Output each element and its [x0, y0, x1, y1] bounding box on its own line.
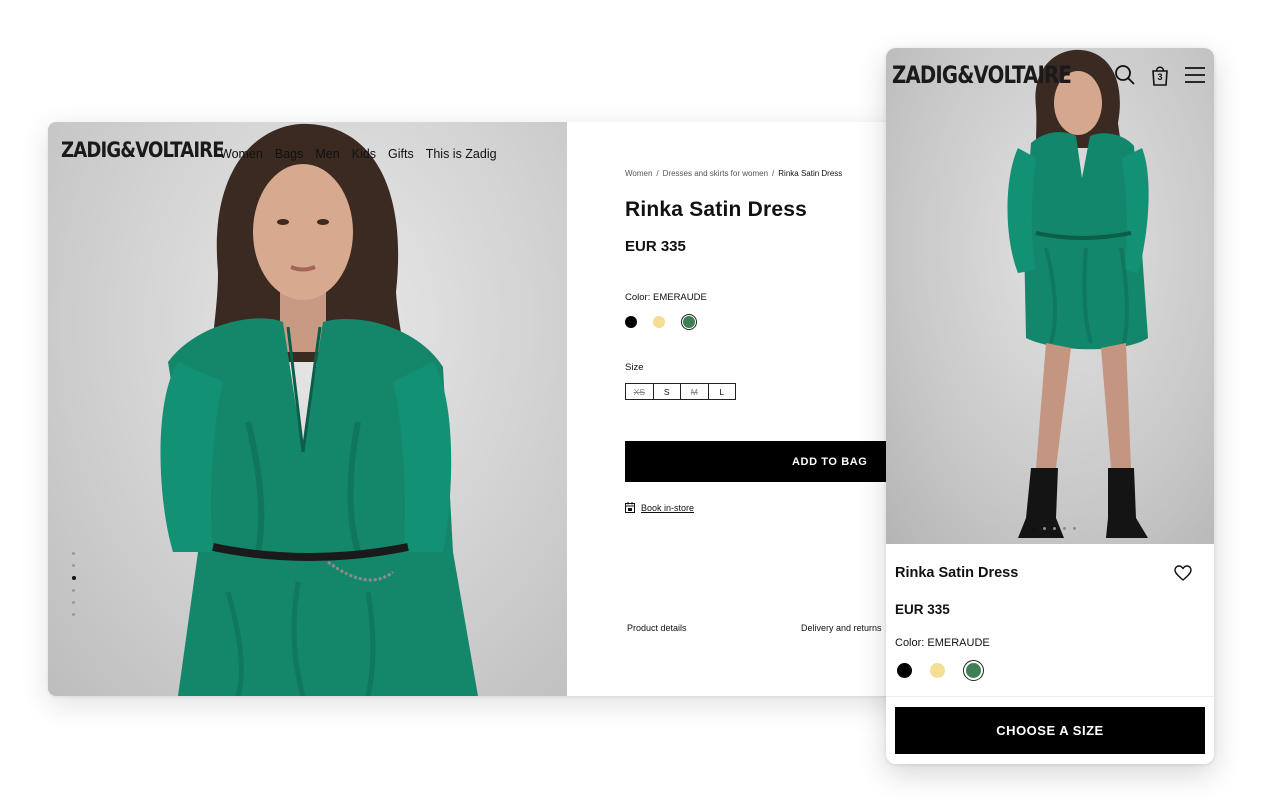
nav-item-gifts[interactable]: Gifts: [388, 147, 414, 161]
carousel-dot[interactable]: [72, 552, 75, 555]
product-info-panel: Women / Dresses and skirts for women / R…: [567, 122, 908, 696]
tab-delivery-returns[interactable]: Delivery and returns: [801, 623, 882, 633]
carousel-dot[interactable]: [72, 564, 75, 567]
carousel-dot-active[interactable]: [71, 576, 76, 580]
carousel-dot[interactable]: [1042, 527, 1046, 530]
carousel-dot[interactable]: [72, 589, 75, 592]
size-option-m[interactable]: M: [680, 383, 709, 400]
size-option-s[interactable]: S: [652, 383, 681, 400]
nav-item-bags[interactable]: Bags: [275, 147, 304, 161]
color-label: Color: EMERAUDE: [895, 637, 990, 649]
mobile-header-icons: 3: [1114, 64, 1206, 86]
size-selector: XS S M L: [625, 383, 736, 400]
nav-item-kids[interactable]: Kids: [352, 147, 376, 161]
sticky-cta-bar: CHOOSE A SIZE: [886, 696, 1214, 764]
swatch-emeraude-selected[interactable]: [963, 660, 984, 681]
calendar-store-icon: [625, 502, 635, 513]
breadcrumb-separator: /: [656, 169, 659, 178]
swatch-yellow[interactable]: [930, 663, 945, 678]
desktop-product-page: ZADIG&VOLTAIRE Women Bags Men Kids Gifts…: [48, 122, 908, 696]
carousel-dot[interactable]: [72, 613, 75, 616]
size-option-l[interactable]: L: [707, 383, 736, 400]
color-swatches: [625, 314, 697, 330]
bag-icon[interactable]: 3: [1150, 64, 1170, 86]
add-to-bag-button[interactable]: ADD TO BAG: [625, 441, 908, 482]
nav-item-this-is-zadig[interactable]: This is Zadig: [426, 147, 497, 161]
main-nav: Women Bags Men Kids Gifts This is Zadig: [220, 147, 497, 161]
nav-item-women[interactable]: Women: [220, 147, 263, 161]
product-price: EUR 335: [895, 602, 950, 617]
nav-item-men[interactable]: Men: [315, 147, 339, 161]
size-option-xs[interactable]: XS: [625, 383, 654, 400]
breadcrumb-separator: /: [772, 169, 775, 178]
swatch-black[interactable]: [625, 316, 637, 328]
breadcrumb-current: Rinka Satin Dress: [778, 169, 843, 178]
swatch-emeraude-selected[interactable]: [681, 314, 697, 330]
wishlist-heart-icon[interactable]: [1174, 565, 1192, 581]
size-label: Size: [625, 362, 644, 373]
search-icon[interactable]: [1114, 64, 1136, 86]
breadcrumb: Women / Dresses and skirts for women / R…: [625, 169, 842, 178]
breadcrumb-dresses[interactable]: Dresses and skirts for women: [663, 169, 768, 178]
menu-icon[interactable]: [1184, 65, 1206, 85]
choose-size-button[interactable]: CHOOSE A SIZE: [895, 707, 1205, 754]
carousel-indicator: [1031, 527, 1076, 531]
tab-product-details[interactable]: Product details: [627, 623, 687, 633]
breadcrumb-women[interactable]: Women: [625, 169, 652, 178]
color-label: Color: EMERAUDE: [625, 292, 707, 303]
product-title: Rinka Satin Dress: [625, 198, 807, 221]
bag-count-badge: 3: [1157, 72, 1163, 82]
product-photo: ZADIG&VOLTAIRE Women Bags Men Kids Gifts…: [48, 122, 567, 696]
mobile-product-photo: ZADIG&VOLTAIRE 3: [886, 48, 1214, 544]
book-instore-label: Book in-store: [641, 502, 695, 513]
swatch-black[interactable]: [897, 663, 912, 678]
product-title: Rinka Satin Dress: [895, 565, 1019, 581]
carousel-dot[interactable]: [72, 601, 75, 604]
carousel-dot[interactable]: [1052, 527, 1056, 530]
carousel-dot-active[interactable]: [1031, 527, 1036, 531]
carousel-dot[interactable]: [1072, 527, 1076, 530]
swatch-yellow[interactable]: [653, 316, 665, 328]
carousel-dot[interactable]: [1062, 527, 1066, 530]
model-photo-illustration: [1007, 49, 1149, 538]
carousel-indicator: [71, 552, 76, 616]
brand-logo[interactable]: ZADIG&VOLTAIRE: [61, 138, 225, 162]
book-instore-link[interactable]: Book in-store: [625, 502, 694, 513]
color-swatches: [897, 660, 984, 681]
mobile-product-page: ZADIG&VOLTAIRE 3 Rinka Satin Dress EUR 3…: [886, 48, 1214, 764]
model-photo-illustration: [160, 123, 478, 696]
brand-logo[interactable]: ZADIG&VOLTAIRE: [892, 61, 1072, 89]
product-price: EUR 335: [625, 238, 686, 255]
